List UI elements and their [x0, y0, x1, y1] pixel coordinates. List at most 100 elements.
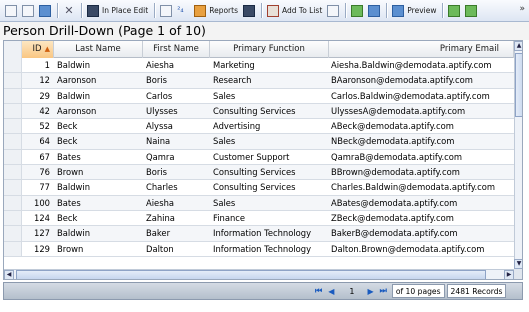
- scroll-up-icon[interactable]: ▲: [514, 41, 522, 51]
- row-selector-header[interactable]: [4, 41, 22, 58]
- scroll-left-icon[interactable]: ◀: [4, 270, 14, 279]
- column-header-primary-email[interactable]: Primary Email: [329, 41, 514, 58]
- pager: ⏮ ◀ 1 ▶ ⏭ of 10 pages 2481 Records: [3, 282, 523, 300]
- row-selector[interactable]: [4, 165, 22, 180]
- people-button[interactable]: [349, 2, 365, 20]
- refresh-button[interactable]: [366, 2, 382, 20]
- table-row[interactable]: 127 Baldwin Baker Information Technology Bak…: [4, 226, 514, 242]
- table-row[interactable]: 67 Bates Qamra Customer Support QamraB@demod…: [4, 149, 514, 166]
- toolbar: ✕ In Place Edit ²₄ Reports Add To List P…: [0, 0, 529, 22]
- column-header-id[interactable]: ID ▲: [22, 41, 54, 58]
- row-selector[interactable]: [4, 180, 22, 195]
- cell-id: 77: [39, 182, 50, 193]
- table-row[interactable]: 12 Aaronson Boris Research BAaronson@demodat…: [4, 73, 514, 89]
- table-row[interactable]: 76 Brown Boris Consulting Services BBrown@de…: [4, 165, 514, 181]
- table-row[interactable]: 100 Bates Aiesha Sales ABates@demodata.aptif…: [4, 195, 514, 211]
- last-page-icon[interactable]: ⏭: [380, 286, 387, 296]
- sort-button[interactable]: [158, 2, 174, 20]
- cell-email: ABates@demodata.aptify.com: [331, 197, 458, 208]
- edit-grid-icon: [87, 4, 99, 17]
- cell-last: Beck: [57, 136, 78, 147]
- open-record-button[interactable]: [20, 2, 36, 20]
- row-selector[interactable]: [4, 58, 22, 73]
- scroll-down-icon[interactable]: ▼: [514, 259, 522, 269]
- in-place-edit-button[interactable]: In Place Edit: [85, 2, 150, 20]
- cell-last: Baldwin: [57, 228, 91, 239]
- cell-first: Aiesha: [146, 60, 175, 70]
- cell-first: Dalton: [146, 243, 174, 254]
- table-row[interactable]: 29 Baldwin Carlos Sales Carlos.Baldwin@demod…: [4, 88, 514, 104]
- column-header-primary-function[interactable]: Primary Function: [210, 41, 329, 58]
- cell-email: BBrown@demodata.aptify.com: [331, 167, 460, 178]
- column-header-first-name[interactable]: First Name: [143, 41, 210, 58]
- row-selector[interactable]: [4, 134, 22, 149]
- save-icon: [39, 4, 51, 17]
- row-selector[interactable]: [4, 119, 22, 134]
- cell-first: Boris: [146, 167, 168, 178]
- cell-id: 124: [34, 212, 50, 223]
- save-button[interactable]: [37, 2, 53, 20]
- preview-button[interactable]: Preview: [390, 2, 438, 20]
- page-title: Person Drill-Down (Page 1 of 10): [0, 22, 529, 40]
- table-row[interactable]: 124 Beck Zahina Finance ZBeck@demodata.aptif…: [4, 210, 514, 227]
- row-selector[interactable]: [4, 241, 22, 256]
- scroll-right-icon[interactable]: ▶: [504, 270, 514, 279]
- row-selector[interactable]: [4, 73, 22, 88]
- find-button[interactable]: [241, 2, 257, 20]
- row-selector[interactable]: [4, 195, 22, 210]
- row-selector[interactable]: [4, 226, 22, 241]
- cell-function: Marketing: [213, 60, 255, 70]
- first-page-icon[interactable]: ⏮: [315, 286, 322, 296]
- delete-button[interactable]: ✕: [61, 2, 77, 20]
- cell-last: Aaronson: [57, 75, 97, 86]
- table-row[interactable]: 1 Baldwin Aiesha Marketing Aiesha.Baldwin@de…: [4, 58, 514, 74]
- cell-first: Baker: [146, 228, 171, 239]
- previous-page-icon[interactable]: ◀: [328, 287, 334, 296]
- new-record-button[interactable]: [3, 2, 19, 20]
- view-button[interactable]: [325, 2, 341, 20]
- filter-button[interactable]: ²₄: [175, 2, 191, 20]
- table-row[interactable]: 42 Aaronson Ulysses Consulting Services Ulys…: [4, 103, 514, 120]
- cell-function: Sales: [213, 197, 236, 208]
- reports-button[interactable]: Reports: [192, 2, 240, 20]
- toolbar-separator: [260, 3, 262, 18]
- cell-first: Carlos: [146, 90, 173, 101]
- cell-email: Charles.Baldwin@demodata.aptify.com: [331, 182, 496, 193]
- next-page-icon[interactable]: ▶: [367, 287, 373, 296]
- export-button[interactable]: [463, 2, 479, 20]
- row-selector[interactable]: [4, 210, 22, 226]
- vertical-scrollbar[interactable]: ▲ ▼: [514, 41, 522, 269]
- horizontal-scrollbar[interactable]: ◀ ▶: [4, 269, 514, 279]
- cell-email: NBeck@demodata.aptify.com: [331, 136, 455, 147]
- cell-last: Baldwin: [57, 90, 91, 101]
- current-page[interactable]: 1: [349, 287, 354, 296]
- add-to-list-button[interactable]: Add To List: [265, 2, 324, 20]
- cell-function: Information Technology: [213, 243, 312, 254]
- cell-id: 52: [39, 121, 50, 132]
- table-row[interactable]: 64 Beck Naina Sales NBeck@demodata.aptify.co…: [4, 134, 514, 150]
- toolbar-overflow-icon[interactable]: »: [519, 4, 525, 14]
- column-header-last-name[interactable]: Last Name: [54, 41, 143, 58]
- cell-id: 12: [39, 75, 50, 86]
- row-selector[interactable]: [4, 88, 22, 103]
- delete-x-icon: ✕: [64, 3, 74, 17]
- cell-function: Sales: [213, 90, 236, 101]
- bar-chart-icon: [194, 4, 207, 17]
- vertical-scroll-thumb[interactable]: [515, 53, 522, 117]
- row-selector[interactable]: [4, 149, 22, 165]
- table-row[interactable]: 77 Baldwin Charles Consulting Services Charl…: [4, 180, 514, 196]
- cell-first: Ulysses: [146, 105, 178, 116]
- table-row[interactable]: 129 Brown Dalton Information Technology Dalt…: [4, 241, 514, 257]
- add-to-list-label: Add To List: [281, 6, 323, 15]
- table-row[interactable]: 52 Beck Alyssa Advertising ABeck@demodata.ap…: [4, 119, 514, 135]
- in-place-edit-label: In Place Edit: [102, 6, 149, 15]
- cell-id: 100: [34, 197, 50, 208]
- tools-button[interactable]: [446, 2, 462, 20]
- cell-last: Bates: [57, 197, 81, 208]
- horizontal-scroll-thumb[interactable]: [16, 270, 486, 279]
- cell-last: Baldwin: [57, 60, 91, 70]
- cell-last: Brown: [57, 167, 84, 178]
- row-selector[interactable]: [4, 103, 22, 119]
- cell-last: Beck: [57, 121, 78, 132]
- cell-email: ZBeck@demodata.aptify.com: [331, 212, 454, 223]
